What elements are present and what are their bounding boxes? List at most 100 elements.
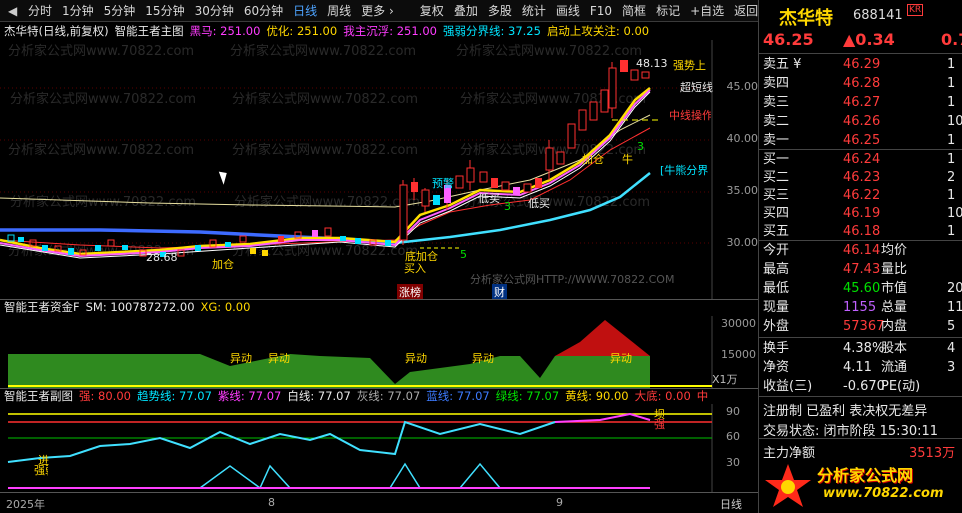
limit-up-badge[interactable]: 涨榜 <box>397 284 423 300</box>
quote-row: 卖三 46.27 1 <box>759 93 962 112</box>
row-value: 46.18 <box>843 224 881 239</box>
row-value: 46.27 <box>843 95 881 110</box>
period-daily[interactable]: 日线 <box>288 0 322 22</box>
sm-value: SM: 100787272.00 <box>85 300 195 314</box>
buy-in-label: 买入 <box>404 262 426 275</box>
watermark-text: 分析家公式网www.70822.com <box>230 43 416 59</box>
quote-row: 最高 47.43 量比 <box>759 260 962 279</box>
last-price: 46.25 <box>763 30 814 49</box>
mid-line-label: 中线操作 <box>669 109 711 122</box>
period-30min[interactable]: 30分钟 <box>190 0 239 22</box>
back-arrow-icon[interactable]: ◀ <box>8 4 17 18</box>
row-value: 57367 <box>843 319 885 334</box>
draw-line-button[interactable]: 画线 <box>551 0 585 22</box>
quote-row: 换手 4.38% 股本 4 <box>759 339 962 358</box>
row-value: 46.23 <box>843 170 881 185</box>
quote-row: 净资 4.11 流通 3 <box>759 358 962 377</box>
quote-row: 卖四 46.28 1 <box>759 74 962 93</box>
row-value: 45.60 <box>843 281 881 296</box>
black-horse-value: 黑马: 251.00 <box>189 24 261 38</box>
row-label: 最低 <box>763 281 790 296</box>
indicator-name[interactable]: 智能王者主图 <box>115 23 184 39</box>
period-more[interactable]: 更多 › <box>356 0 399 22</box>
watermark-text: 分析家公式网www.70822.com <box>8 43 194 59</box>
sub-indicator-name[interactable]: 智能王者副图 <box>4 388 73 404</box>
fund-indicator-name[interactable]: 智能王者资金F <box>4 299 80 315</box>
period-60min[interactable]: 60分钟 <box>239 0 288 22</box>
row-label: 现量 <box>763 300 790 315</box>
sub-label-ruo: 强弱 <box>34 464 48 477</box>
bottom-value: 大底: 0.00 <box>634 389 691 403</box>
add-position-label: 加仓 <box>582 153 604 166</box>
abnormal-label: 异动 <box>405 352 427 365</box>
date-mode-label[interactable]: 日线 <box>720 496 742 512</box>
row-label: 今开 <box>763 243 790 258</box>
finance-badge[interactable]: 财 <box>492 284 507 300</box>
watermark-text: 分析家公式网www.70822.com <box>460 91 646 107</box>
watermark-text: 分析家公式网www.70822.com <box>8 142 194 158</box>
logo-url: www.70822.com <box>823 486 944 501</box>
row-value: 46.25 <box>843 133 881 148</box>
watermark-text: 分析家公式网www.70822.com <box>456 43 642 59</box>
period-1min[interactable]: 1分钟 <box>57 0 99 22</box>
stats-button[interactable]: 统计 <box>517 0 551 22</box>
add-position-label: 加仓 <box>212 258 234 271</box>
quote-row: 买五 46.18 1 <box>759 222 962 241</box>
quote-row: 现量 1155 总量 11 <box>759 298 962 317</box>
period-weekly[interactable]: 周线 <box>322 0 356 22</box>
fund-peak <box>555 320 650 356</box>
row-label: 最高 <box>763 262 790 277</box>
row-value: 46.22 <box>843 188 881 203</box>
sub-axis-label: 30 <box>726 456 740 469</box>
row-value2: 20 <box>947 281 962 296</box>
quote-row: 外盘 57367 内盘 5 <box>759 317 962 336</box>
date-label: 8 <box>268 496 275 509</box>
main-kline-chart[interactable]: 分析家公式网www.70822.com 分析家公式网www.70822.com … <box>0 40 758 300</box>
xg-value: XG: 0.00 <box>200 300 251 314</box>
row-label: 买二 <box>763 170 790 185</box>
row-label: 换手 <box>763 341 790 356</box>
notice-text: 注册制 已盈利 表决权无差异 <box>763 404 928 419</box>
row-value2: 1 <box>947 76 956 91</box>
optimize-value: 优化: 251.00 <box>266 24 338 38</box>
overlay-button[interactable]: 叠加 <box>449 0 483 22</box>
bull-bear-label: [牛熊分界 <box>660 164 709 177</box>
white-value: 白线: 77.07 <box>287 389 351 403</box>
watermark-text: 分析家公式网www.70822.com <box>234 194 420 210</box>
simple-frame-button[interactable]: 简框 <box>617 0 651 22</box>
stock-code: 688141 <box>853 8 903 23</box>
change-pct: 0.74 <box>941 30 962 49</box>
sub-chart[interactable] <box>0 404 758 492</box>
bull-bear-line <box>0 228 396 245</box>
row-label: 收益(三) <box>763 379 813 394</box>
strong-value: 强: 80.00 <box>79 389 131 403</box>
low-buy-label: 低买 <box>528 197 550 210</box>
add-watchlist-button[interactable]: +自选 <box>685 0 729 22</box>
row-label: 外盘 <box>763 319 790 334</box>
price-axis-label: 35.00 <box>726 184 759 197</box>
restore-rights-button[interactable]: 复权 <box>415 0 449 22</box>
quote-row: 买二 46.23 2 <box>759 168 962 187</box>
date-axis: 2025年 8 9 日线 <box>0 492 758 513</box>
abnormal-label: 异动 <box>472 352 494 365</box>
fund-chart[interactable] <box>0 316 758 388</box>
period-5min[interactable]: 5分钟 <box>99 0 141 22</box>
purple-value: 紫线: 77.07 <box>217 389 282 403</box>
price-axis-label: 30.00 <box>726 236 759 249</box>
quote-row: 卖二 46.26 10 <box>759 112 962 131</box>
row-label: 卖四 <box>763 76 790 91</box>
period-15min[interactable]: 15分钟 <box>140 0 189 22</box>
row-value2: 2 <box>947 170 956 185</box>
row-label2: 总量 <box>881 300 908 315</box>
row-value: 47.43 <box>843 262 881 277</box>
mark-button[interactable]: 标记 <box>651 0 685 22</box>
count-label: 3 <box>504 200 511 213</box>
multi-stock-button[interactable]: 多股 <box>483 0 517 22</box>
f10-button[interactable]: F10 <box>585 0 617 22</box>
green-value: 绿线: 77.07 <box>495 389 560 403</box>
sub-label-qiang: 强 <box>654 418 665 431</box>
fund-unit: X1万 <box>712 373 738 386</box>
row-label2: 市值 <box>881 281 908 296</box>
mid-value: 中 <box>696 389 709 403</box>
row-label2: PE(动) <box>881 379 921 394</box>
